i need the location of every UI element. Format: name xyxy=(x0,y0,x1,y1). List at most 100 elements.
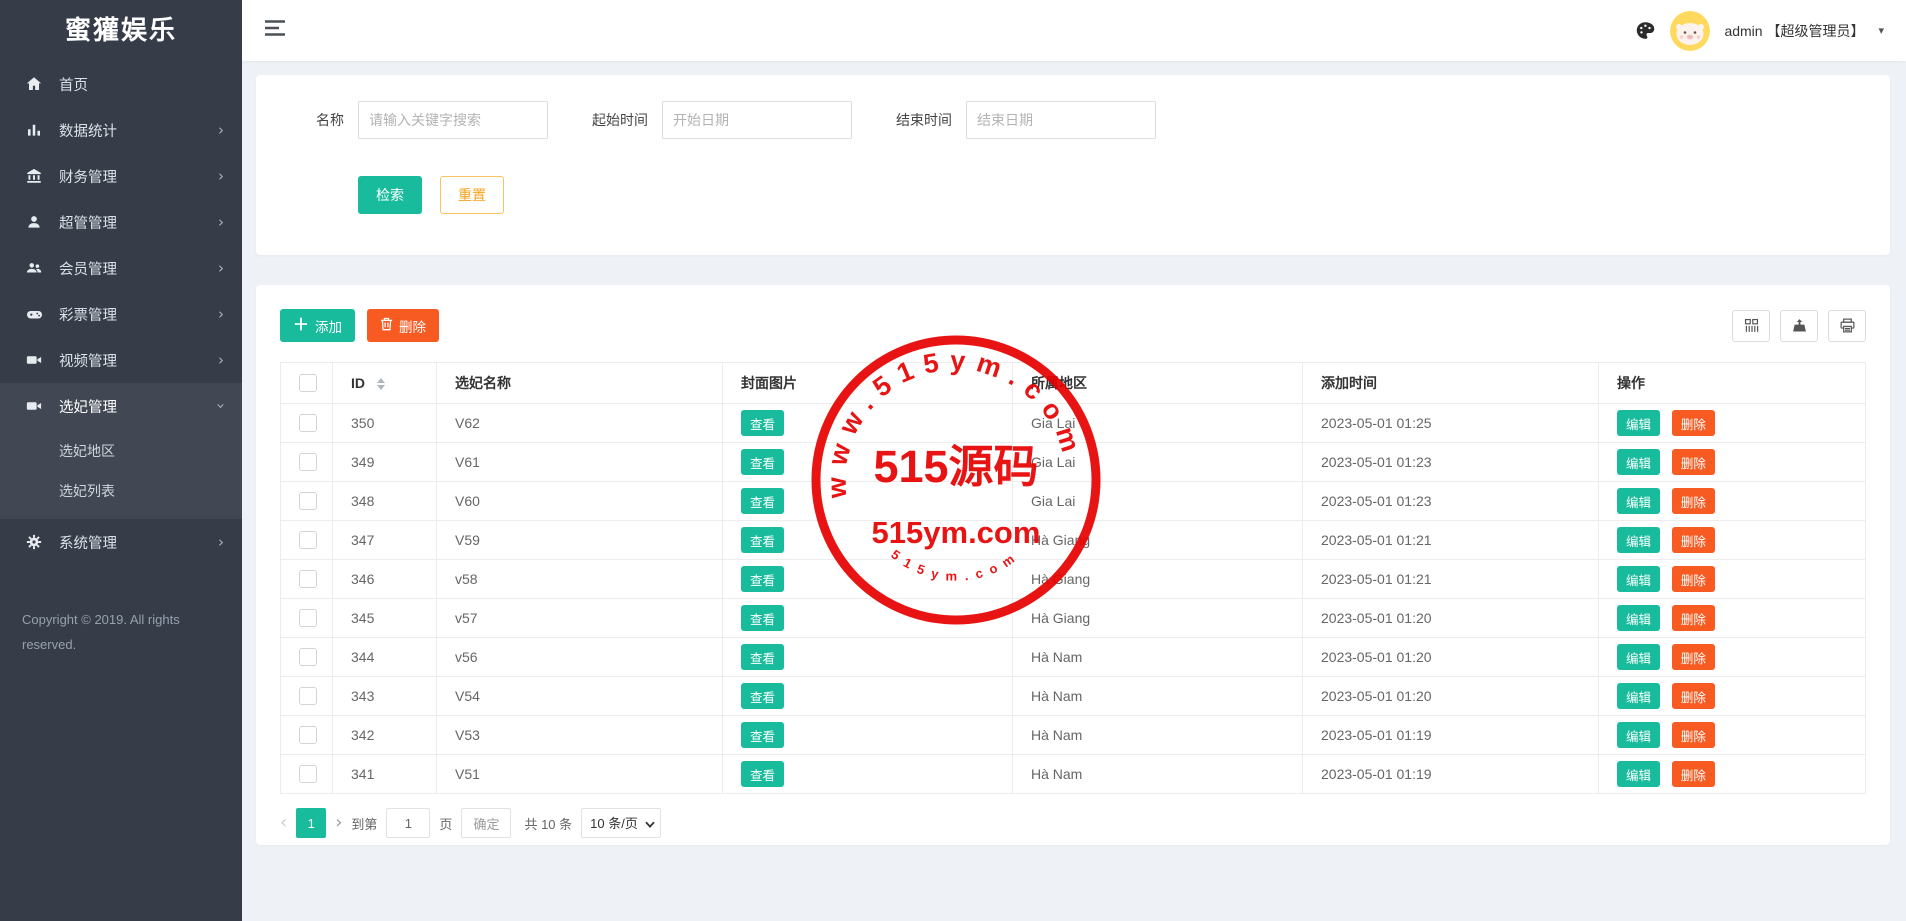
table-row: 345 v57 查看 Hà Giang 2023-05-01 01:20 编辑 … xyxy=(281,599,1866,638)
row-checkbox[interactable] xyxy=(299,765,317,783)
delete-button[interactable]: 删除 xyxy=(1672,605,1715,631)
theme-palette-icon[interactable] xyxy=(1635,20,1656,41)
sidebar-item-superadmin[interactable]: 超管管理 › xyxy=(0,199,242,245)
columns-toggle-button[interactable] xyxy=(1732,310,1770,342)
start-time-field-group: 起始时间 xyxy=(590,101,852,139)
sidebar-nav: 首页 数据统计 › 财务管理 › 超管管理 › xyxy=(0,61,242,565)
edit-button[interactable]: 编辑 xyxy=(1617,449,1660,475)
delete-button[interactable]: 删除 xyxy=(1672,449,1715,475)
view-button[interactable]: 查看 xyxy=(741,566,784,592)
sidebar-item-members[interactable]: 会员管理 › xyxy=(0,245,242,291)
delete-button[interactable]: 删除 xyxy=(1672,683,1715,709)
bulk-delete-button[interactable]: 删除 xyxy=(367,309,439,342)
view-button[interactable]: 查看 xyxy=(741,527,784,553)
view-button[interactable]: 查看 xyxy=(741,488,784,514)
goto-confirm-button[interactable]: 确定 xyxy=(461,808,511,838)
sidebar-item-home[interactable]: 首页 xyxy=(0,61,242,107)
cell-time: 2023-05-01 01:21 xyxy=(1303,560,1599,599)
cell-region: Hà Nam xyxy=(1013,638,1303,677)
avatar[interactable] xyxy=(1670,11,1710,51)
sidebar-item-label: 首页 xyxy=(59,74,224,95)
row-checkbox[interactable] xyxy=(299,609,317,627)
delete-button[interactable]: 删除 xyxy=(1672,488,1715,514)
cell-region: Hà Giang xyxy=(1013,521,1303,560)
row-checkbox[interactable] xyxy=(299,687,317,705)
sidebar-subitem-region[interactable]: 选妃地区 xyxy=(0,431,242,471)
sidebar-item-video[interactable]: 视频管理 › xyxy=(0,337,242,383)
menu-toggle-icon[interactable] xyxy=(264,18,290,43)
view-button[interactable]: 查看 xyxy=(741,761,784,787)
row-checkbox[interactable] xyxy=(299,492,317,510)
bank-icon xyxy=(24,166,44,186)
edit-button[interactable]: 编辑 xyxy=(1617,410,1660,436)
add-button-label: 添加 xyxy=(315,316,342,336)
sidebar-item-system[interactable]: 系统管理 › xyxy=(0,519,242,565)
view-button[interactable]: 查看 xyxy=(741,605,784,631)
row-checkbox[interactable] xyxy=(299,414,317,432)
prev-page-icon[interactable]: ‹ xyxy=(280,814,287,832)
sidebar-item-finance[interactable]: 财务管理 › xyxy=(0,153,242,199)
row-checkbox[interactable] xyxy=(299,648,317,666)
edit-button[interactable]: 编辑 xyxy=(1617,566,1660,592)
row-checkbox[interactable] xyxy=(299,531,317,549)
sidebar-item-xuanfei[interactable]: 选妃管理 › xyxy=(0,383,242,429)
chevron-right-icon: › xyxy=(218,533,224,551)
table-row: 346 v58 查看 Hà Giang 2023-05-01 01:21 编辑 … xyxy=(281,560,1866,599)
gamepad-icon xyxy=(24,304,44,324)
cell-region: Hà Nam xyxy=(1013,677,1303,716)
cell-id: 344 xyxy=(333,638,437,677)
table-panel: ＋ 添加 删除 xyxy=(256,285,1890,845)
select-all-checkbox[interactable] xyxy=(299,374,317,392)
next-page-icon[interactable]: › xyxy=(335,814,342,832)
sidebar-subitem-list[interactable]: 选妃列表 xyxy=(0,471,242,511)
print-button[interactable] xyxy=(1828,310,1866,342)
current-page-button[interactable]: 1 xyxy=(296,808,326,838)
delete-button[interactable]: 删除 xyxy=(1672,527,1715,553)
cell-time: 2023-05-01 01:23 xyxy=(1303,443,1599,482)
sidebar-item-label: 财务管理 xyxy=(59,166,218,187)
chevron-down-icon[interactable]: ▾ xyxy=(1878,24,1884,37)
edit-button[interactable]: 编辑 xyxy=(1617,605,1660,631)
row-checkbox[interactable] xyxy=(299,570,317,588)
edit-button[interactable]: 编辑 xyxy=(1617,488,1660,514)
end-date-input[interactable] xyxy=(966,101,1156,139)
row-checkbox[interactable] xyxy=(299,726,317,744)
view-button[interactable]: 查看 xyxy=(741,410,784,436)
view-button[interactable]: 查看 xyxy=(741,683,784,709)
chevron-right-icon: › xyxy=(218,305,224,323)
cell-name: V54 xyxy=(437,677,723,716)
delete-button[interactable]: 删除 xyxy=(1672,722,1715,748)
page-size-select[interactable]: 10 条/页 xyxy=(581,808,661,838)
start-date-input[interactable] xyxy=(662,101,852,139)
cell-id: 342 xyxy=(333,716,437,755)
end-time-field-group: 结束时间 xyxy=(894,101,1156,139)
search-button[interactable]: 检索 xyxy=(358,176,422,214)
sidebar-item-statistics[interactable]: 数据统计 › xyxy=(0,107,242,153)
name-input[interactable] xyxy=(358,101,548,139)
edit-button[interactable]: 编辑 xyxy=(1617,527,1660,553)
sidebar-item-lottery[interactable]: 彩票管理 › xyxy=(0,291,242,337)
goto-page-input[interactable] xyxy=(386,808,430,838)
sidebar-item-label: 选妃管理 xyxy=(59,396,218,417)
delete-button[interactable]: 删除 xyxy=(1672,644,1715,670)
export-button[interactable] xyxy=(1780,310,1818,342)
reset-button[interactable]: 重置 xyxy=(440,176,504,214)
edit-button[interactable]: 编辑 xyxy=(1617,761,1660,787)
column-header-time: 添加时间 xyxy=(1303,363,1599,404)
sort-icon[interactable] xyxy=(377,378,385,390)
name-field-group: 名称 xyxy=(286,101,548,139)
view-button[interactable]: 查看 xyxy=(741,722,784,748)
view-button[interactable]: 查看 xyxy=(741,449,784,475)
add-button[interactable]: ＋ 添加 xyxy=(280,309,355,342)
cell-name: v57 xyxy=(437,599,723,638)
user-menu[interactable]: admin 【超级管理员】 xyxy=(1724,21,1864,41)
goto-prefix-label: 到第 xyxy=(351,814,377,833)
edit-button[interactable]: 编辑 xyxy=(1617,683,1660,709)
edit-button[interactable]: 编辑 xyxy=(1617,722,1660,748)
view-button[interactable]: 查看 xyxy=(741,644,784,670)
delete-button[interactable]: 删除 xyxy=(1672,566,1715,592)
edit-button[interactable]: 编辑 xyxy=(1617,644,1660,670)
delete-button[interactable]: 删除 xyxy=(1672,410,1715,436)
delete-button[interactable]: 删除 xyxy=(1672,761,1715,787)
row-checkbox[interactable] xyxy=(299,453,317,471)
